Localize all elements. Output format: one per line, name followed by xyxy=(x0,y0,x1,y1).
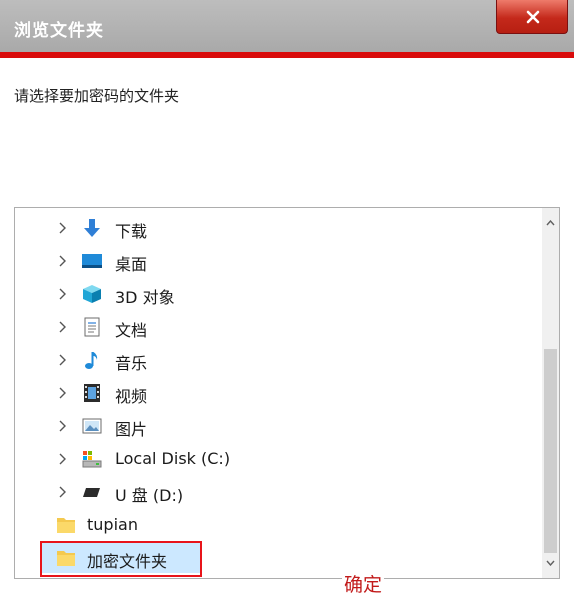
chevron-right-icon[interactable] xyxy=(59,486,67,498)
tree-item-usb-drive-d[interactable]: U 盘 (D:) xyxy=(15,479,535,505)
tree-item-label: 音乐 xyxy=(115,354,148,373)
music-note-icon xyxy=(85,352,98,369)
tree-item-label: U 盘 (D:) xyxy=(115,486,184,505)
folder-tree[interactable]: 下载 桌面 3D 对象 文档 音乐 视频 图片 Local Disk (C:) … xyxy=(14,207,560,579)
tree-item-label: Local Disk (C:) xyxy=(115,449,231,468)
tree-item-label: 文档 xyxy=(115,321,148,340)
3d-objects-icon xyxy=(83,285,101,303)
tree-item-videos[interactable]: 视频 xyxy=(15,380,535,406)
ok-button[interactable]: 确定 xyxy=(342,570,385,597)
tree-item-label: tupian xyxy=(87,515,138,534)
local-disk-icon xyxy=(82,451,102,468)
window-title: 浏览文件夹 xyxy=(14,21,104,41)
chevron-right-icon[interactable] xyxy=(59,354,67,366)
tree-item-local-disk-c[interactable]: Local Disk (C:) xyxy=(15,446,535,472)
selection-annotation-box xyxy=(40,541,202,577)
document-icon xyxy=(84,317,100,337)
usb-drive-icon xyxy=(83,488,100,497)
tree-item-music[interactable]: 音乐 xyxy=(15,347,535,373)
tree-item-downloads[interactable]: 下载 xyxy=(15,215,535,241)
picture-icon xyxy=(82,418,102,434)
chevron-right-icon[interactable] xyxy=(59,420,67,432)
tree-item-label: 视频 xyxy=(115,387,148,406)
chevron-right-icon[interactable] xyxy=(59,288,67,300)
close-icon xyxy=(526,10,540,24)
tree-item-label: 3D 对象 xyxy=(115,288,175,307)
folder-icon xyxy=(57,518,75,533)
title-bar: 浏览文件夹 xyxy=(0,0,574,52)
title-divider xyxy=(0,52,574,58)
tree-item-label: 桌面 xyxy=(115,255,148,274)
close-button[interactable] xyxy=(496,0,568,34)
desktop-icon xyxy=(82,254,102,268)
scroll-up-icon[interactable] xyxy=(546,220,555,226)
scroll-down-icon[interactable] xyxy=(546,560,555,566)
chevron-right-icon[interactable] xyxy=(59,321,67,333)
chevron-right-icon[interactable] xyxy=(59,387,67,399)
tree-item-3d-objects[interactable]: 3D 对象 xyxy=(15,281,535,307)
tree-item-label: 下载 xyxy=(115,222,148,241)
tree-item-tupian[interactable]: tupian xyxy=(15,512,535,538)
download-arrow-icon xyxy=(84,219,100,237)
chevron-right-icon[interactable] xyxy=(59,222,67,234)
tree-item-pictures[interactable]: 图片 xyxy=(15,413,535,439)
tree-item-documents[interactable]: 文档 xyxy=(15,314,535,340)
tree-item-label: 图片 xyxy=(115,420,148,439)
instruction-text: 请选择要加密码的文件夹 xyxy=(14,87,180,105)
scrollbar-thumb[interactable] xyxy=(544,349,557,553)
chevron-right-icon[interactable] xyxy=(59,453,67,465)
tree-item-desktop[interactable]: 桌面 xyxy=(15,248,535,274)
vertical-scrollbar[interactable] xyxy=(542,208,559,578)
chevron-right-icon[interactable] xyxy=(59,255,67,267)
video-film-icon xyxy=(84,384,100,402)
